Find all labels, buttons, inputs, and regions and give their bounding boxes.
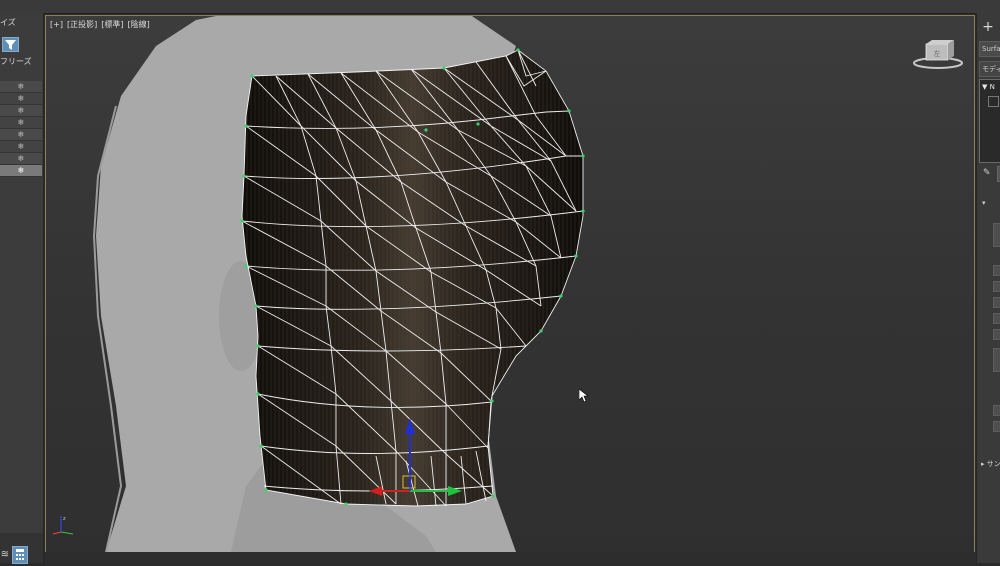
pin-stack-icon[interactable]: ✎ bbox=[983, 168, 991, 178]
snowflake-icon: ❄ bbox=[17, 130, 25, 139]
modifier-list-dropdown[interactable]: モディ bbox=[979, 61, 1000, 77]
freeze-toggle[interactable]: ❄ bbox=[0, 117, 42, 129]
freeze-toggle-selected[interactable]: ❄ bbox=[0, 165, 42, 177]
parameter-field[interactable] bbox=[993, 297, 1000, 308]
freeze-toggle[interactable]: ❄ bbox=[0, 81, 42, 93]
scene-explorer-panel: イズ フリーズ ❄ ❄ ❄ ❄ ❄ ❄ ❄ ❄ ≋ bbox=[0, 13, 44, 564]
viewport-label[interactable]: [+] [正投影] [標準] [陰線] bbox=[50, 19, 154, 30]
snowflake-icon: ❄ bbox=[17, 94, 25, 103]
freeze-toggle[interactable]: ❄ bbox=[0, 129, 42, 141]
viewcube[interactable]: 左 bbox=[912, 38, 964, 75]
parameter-field[interactable] bbox=[993, 329, 1000, 340]
freeze-column: ❄ ❄ ❄ ❄ ❄ ❄ ❄ ❄ bbox=[0, 81, 42, 177]
freeze-toggle[interactable]: ❄ bbox=[0, 105, 42, 117]
layers-icon[interactable]: ≋ bbox=[0, 549, 10, 561]
parameter-field[interactable] bbox=[993, 265, 1000, 276]
snowflake-icon: ❄ bbox=[17, 82, 25, 91]
calculator-icon[interactable] bbox=[12, 546, 28, 564]
rollout-header[interactable]: ▸ サン bbox=[981, 459, 1000, 469]
scene-canvas[interactable] bbox=[46, 16, 974, 552]
parameter-field[interactable] bbox=[993, 421, 1000, 432]
axis-tripod-icon: z bbox=[51, 512, 77, 541]
hair-mesh[interactable] bbox=[240, 48, 585, 507]
viewport-shading-edged[interactable]: [陰線] bbox=[127, 20, 149, 29]
parameter-field[interactable] bbox=[993, 313, 1000, 324]
snowflake-icon: ❄ bbox=[17, 106, 25, 115]
svg-text:z: z bbox=[63, 516, 66, 522]
rollout-toggle[interactable]: ▾ bbox=[982, 199, 986, 207]
snowflake-icon: ❄ bbox=[17, 118, 25, 127]
top-toolbar bbox=[0, 0, 1000, 14]
viewport-shading-standard[interactable]: [標準] bbox=[101, 20, 123, 29]
freeze-toggle[interactable]: ❄ bbox=[0, 153, 42, 165]
modifier-stack-item[interactable]: ▼ N bbox=[982, 83, 995, 91]
freeze-toggle[interactable]: ❄ bbox=[0, 141, 42, 153]
viewcube-face-label: 左 bbox=[934, 49, 941, 58]
snowflake-icon: ❄ bbox=[17, 166, 25, 175]
status-bar bbox=[45, 552, 976, 563]
viewport-menu-plus[interactable]: [+] bbox=[50, 20, 63, 29]
modifier-stack[interactable]: ▼ N bbox=[979, 79, 1000, 163]
snowflake-icon: ❄ bbox=[17, 142, 25, 151]
command-panel: + Surfa モディ ▼ N ✎ ▾ ▸ サン bbox=[976, 13, 1000, 563]
snowflake-icon: ❄ bbox=[17, 154, 25, 163]
object-name-field[interactable]: Surfa bbox=[979, 41, 1000, 57]
viewport-left[interactable]: [+] [正投影] [標準] [陰線] 左 z bbox=[45, 15, 975, 553]
parameter-field[interactable] bbox=[993, 405, 1000, 416]
parameter-field[interactable] bbox=[993, 223, 1000, 247]
parameter-field[interactable] bbox=[993, 281, 1000, 292]
modifier-stack-checkbox[interactable] bbox=[988, 96, 999, 107]
create-tab-plus-icon[interactable]: + bbox=[980, 19, 996, 35]
column-header-freeze[interactable]: フリーズ bbox=[0, 56, 43, 68]
filter-icon[interactable] bbox=[2, 37, 19, 52]
parameter-field[interactable] bbox=[993, 348, 1000, 372]
viewport-point-of-view[interactable]: [正投影] bbox=[67, 20, 97, 29]
column-header-size[interactable]: イズ bbox=[0, 17, 43, 29]
mouse-cursor-icon bbox=[578, 388, 589, 406]
freeze-toggle[interactable]: ❄ bbox=[0, 93, 42, 105]
